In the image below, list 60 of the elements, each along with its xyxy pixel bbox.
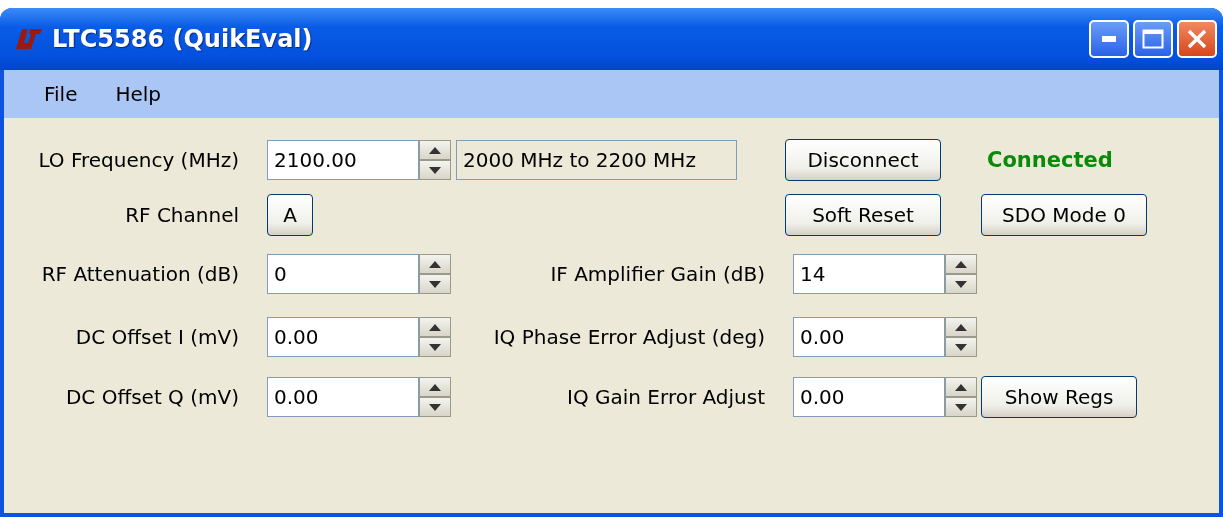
spin-up-button[interactable] — [419, 377, 451, 397]
field-label: IQ Gain Error Adjust — [567, 385, 765, 409]
spinner-field[interactable]: 0.00 — [793, 377, 945, 417]
field-label: IF Amplifier Gain (dB) — [550, 262, 765, 286]
field-label: IQ Phase Error Adjust (deg) — [493, 325, 765, 349]
spinner-field[interactable]: 0.00 — [793, 317, 945, 357]
soft-reset-button[interactable]: Soft Reset — [785, 194, 941, 236]
spin-up-button[interactable] — [419, 317, 451, 337]
spin-up-button[interactable] — [419, 140, 451, 160]
spinner-field[interactable]: 0.00 — [267, 377, 419, 417]
up-arrow-icon — [429, 260, 441, 268]
field-label: RF Attenuation (dB) — [41, 262, 239, 286]
spin-down-button[interactable] — [419, 160, 451, 180]
menu-item[interactable]: Help — [105, 78, 172, 110]
spin-down-button[interactable] — [419, 274, 451, 294]
spin-up-button[interactable] — [945, 317, 977, 337]
show-regs-button[interactable]: Show Regs — [981, 376, 1137, 418]
down-arrow-icon — [429, 166, 441, 174]
down-arrow-icon — [955, 280, 967, 288]
minimize-button[interactable] — [1089, 20, 1129, 58]
field-label: LO Frequency (MHz) — [38, 148, 239, 172]
up-arrow-icon — [955, 323, 967, 331]
spin-down-button[interactable] — [945, 337, 977, 357]
up-arrow-icon — [429, 146, 441, 154]
spinner-field[interactable]: 0 — [267, 254, 419, 294]
channel-button[interactable]: A — [267, 194, 313, 236]
close-button[interactable] — [1177, 20, 1217, 58]
window-title: LTC5586 (QuikEval) — [52, 25, 314, 53]
spin-up-button[interactable] — [419, 254, 451, 274]
spinner-field[interactable]: 0.00 — [267, 317, 419, 357]
range-display: 2000 MHz to 2200 MHz — [456, 140, 737, 180]
close-icon — [1187, 29, 1207, 49]
field-label: DC Offset Q (mV) — [65, 385, 239, 409]
spinner-field[interactable]: 2100.00 — [267, 140, 419, 180]
sdo-mode-button[interactable]: SDO Mode 0 — [981, 194, 1147, 236]
up-arrow-icon — [955, 260, 967, 268]
spin-down-button[interactable] — [419, 337, 451, 357]
field-label: RF Channel — [125, 203, 239, 227]
maximize-icon — [1142, 29, 1164, 49]
down-arrow-icon — [955, 343, 967, 351]
maximize-button[interactable] — [1133, 20, 1173, 58]
logo-icon — [16, 29, 42, 49]
minimize-icon — [1102, 36, 1116, 42]
connection-status: Connected — [987, 148, 1114, 172]
down-arrow-icon — [429, 343, 441, 351]
spin-down-button[interactable] — [419, 397, 451, 417]
spinner-field[interactable]: 14 — [793, 254, 945, 294]
menu-item[interactable]: File — [34, 78, 88, 110]
disconnect-button[interactable]: Disconnect — [785, 139, 941, 181]
spin-up-button[interactable] — [945, 254, 977, 274]
down-arrow-icon — [429, 280, 441, 288]
down-arrow-icon — [429, 403, 441, 411]
up-arrow-icon — [429, 383, 441, 391]
field-label: DC Offset I (mV) — [75, 325, 239, 349]
spin-down-button[interactable] — [945, 274, 977, 294]
spin-down-button[interactable] — [945, 397, 977, 417]
down-arrow-icon — [955, 403, 967, 411]
spin-up-button[interactable] — [945, 377, 977, 397]
up-arrow-icon — [955, 383, 967, 391]
up-arrow-icon — [429, 323, 441, 331]
